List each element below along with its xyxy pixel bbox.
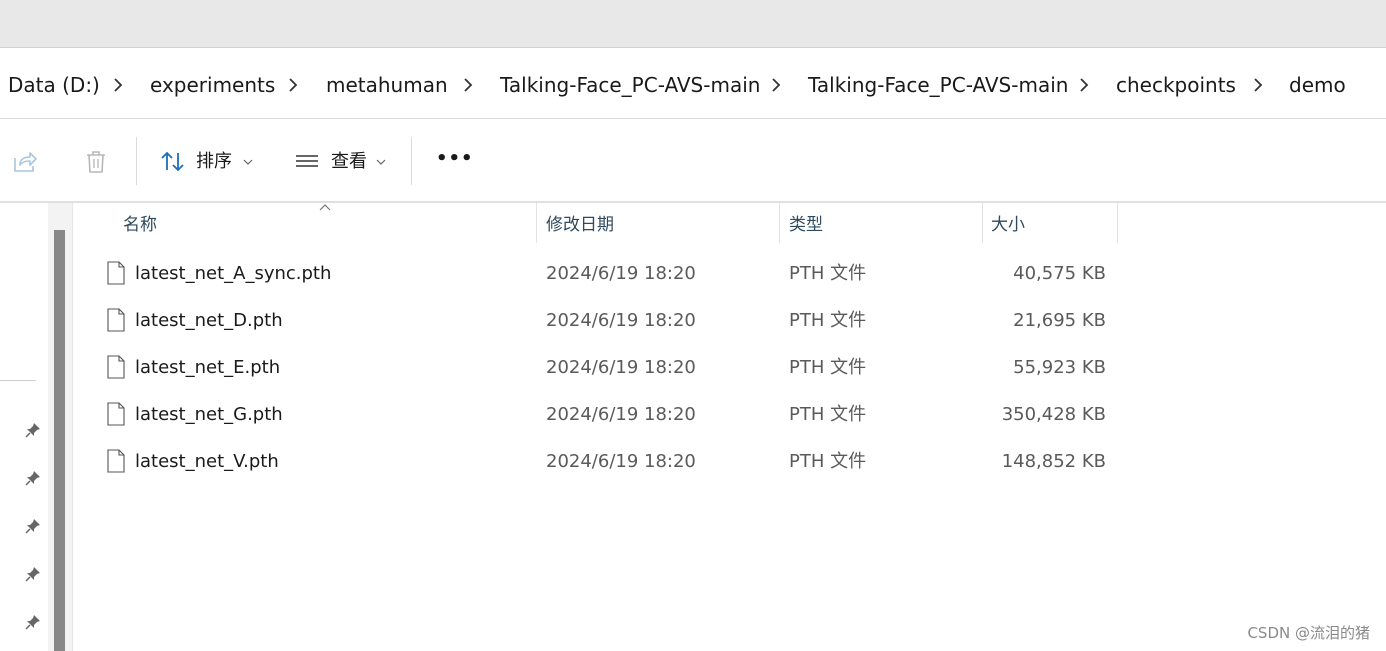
file-type: PTH 文件: [789, 451, 867, 472]
title-bar: [0, 0, 1386, 48]
file-list: 名称 修改日期 类型 大小 latest_net_A_sync.pth 2024…: [74, 203, 1386, 651]
toolbar-divider: [411, 137, 412, 185]
table-row[interactable]: latest_net_A_sync.pth 2024/6/19 18:20 PT…: [74, 251, 1386, 298]
breadcrumb-item-checkpoints[interactable]: checkpoints: [1116, 72, 1236, 98]
file-name: latest_net_A_sync.pth: [135, 263, 332, 284]
file-type: PTH 文件: [789, 404, 867, 425]
share-icon[interactable]: [11, 148, 39, 176]
command-bar: 排序 查看 •••: [0, 121, 1386, 203]
breadcrumb-item-drive[interactable]: Data (D:): [8, 72, 100, 98]
file-name: latest_net_V.pth: [135, 451, 279, 472]
column-divider[interactable]: [779, 203, 780, 243]
table-row[interactable]: latest_net_E.pth 2024/6/19 18:20 PTH 文件 …: [74, 345, 1386, 392]
view-list-icon[interactable]: [293, 148, 321, 176]
file-size: 148,852 KB: [1001, 451, 1106, 472]
chevron-right-icon[interactable]: [1250, 76, 1266, 94]
file-name: latest_net_D.pth: [135, 310, 283, 331]
file-size: 40,575 KB: [1013, 263, 1106, 284]
file-icon: [106, 308, 126, 332]
chevron-down-icon[interactable]: [243, 158, 253, 166]
breadcrumb-item-experiments[interactable]: experiments: [150, 72, 275, 98]
column-header-date[interactable]: 修改日期: [546, 213, 614, 237]
file-name: latest_net_G.pth: [135, 404, 283, 425]
pin-icon[interactable]: [24, 565, 42, 583]
column-header-type[interactable]: 类型: [789, 213, 823, 237]
file-icon: [106, 402, 126, 426]
file-size: 55,923 KB: [1013, 357, 1106, 378]
pin-icon[interactable]: [24, 469, 42, 487]
file-date: 2024/6/19 18:20: [546, 404, 696, 425]
navigation-pane: [0, 203, 48, 651]
chevron-right-icon[interactable]: [110, 76, 126, 94]
chevron-right-icon[interactable]: [1076, 76, 1092, 94]
view-button[interactable]: 查看: [331, 150, 367, 174]
column-header-size[interactable]: 大小: [991, 213, 1025, 237]
file-size: 21,695 KB: [1013, 310, 1106, 331]
column-divider[interactable]: [982, 203, 983, 243]
column-header-name[interactable]: 名称: [123, 213, 157, 237]
sort-ascending-icon: [318, 203, 332, 211]
table-row[interactable]: latest_net_G.pth 2024/6/19 18:20 PTH 文件 …: [74, 392, 1386, 439]
trash-icon[interactable]: [82, 148, 110, 176]
file-icon: [106, 355, 126, 379]
watermark: CSDN @流泪的猪: [1247, 624, 1370, 642]
file-icon: [106, 449, 126, 473]
toolbar-divider: [136, 137, 137, 185]
file-date: 2024/6/19 18:20: [546, 263, 696, 284]
file-date: 2024/6/19 18:20: [546, 310, 696, 331]
breadcrumb: Data (D:) experiments metahuman Talking-…: [0, 50, 1386, 119]
nav-divider: [0, 380, 36, 381]
breadcrumb-item-demo[interactable]: demo: [1289, 72, 1346, 98]
chevron-right-icon[interactable]: [460, 76, 476, 94]
file-date: 2024/6/19 18:20: [546, 357, 696, 378]
table-row[interactable]: latest_net_V.pth 2024/6/19 18:20 PTH 文件 …: [74, 439, 1386, 486]
chevron-right-icon[interactable]: [285, 76, 301, 94]
breadcrumb-item-metahuman[interactable]: metahuman: [326, 72, 448, 98]
sort-icon[interactable]: [159, 148, 187, 176]
column-divider[interactable]: [536, 203, 537, 243]
file-type: PTH 文件: [789, 357, 867, 378]
chevron-right-icon[interactable]: [768, 76, 784, 94]
file-explorer-window: Data (D:) experiments metahuman Talking-…: [0, 0, 1386, 651]
file-date: 2024/6/19 18:20: [546, 451, 696, 472]
nav-scrollbar-thumb[interactable]: [54, 230, 65, 651]
breadcrumb-item-project[interactable]: Talking-Face_PC-AVS-main: [500, 72, 760, 98]
pin-icon[interactable]: [24, 517, 42, 535]
pin-icon[interactable]: [24, 421, 42, 439]
breadcrumb-item-project-inner[interactable]: Talking-Face_PC-AVS-main: [808, 72, 1068, 98]
file-name: latest_net_E.pth: [135, 357, 281, 378]
more-options-button[interactable]: •••: [436, 147, 474, 171]
file-type: PTH 文件: [789, 263, 867, 284]
column-divider[interactable]: [1117, 203, 1118, 243]
sort-button[interactable]: 排序: [196, 150, 232, 174]
pin-icon[interactable]: [24, 613, 42, 631]
file-type: PTH 文件: [789, 310, 867, 331]
file-size: 350,428 KB: [1001, 404, 1106, 425]
file-icon: [106, 261, 126, 285]
chevron-down-icon[interactable]: [376, 158, 386, 166]
table-row[interactable]: latest_net_D.pth 2024/6/19 18:20 PTH 文件 …: [74, 298, 1386, 345]
